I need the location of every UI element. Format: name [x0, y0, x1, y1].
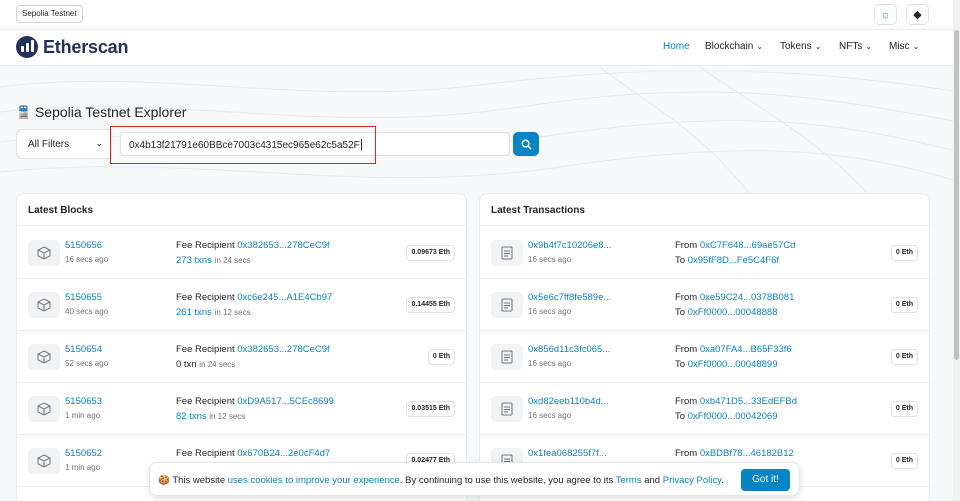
- txn-value-badge: 0 Eth: [890, 245, 918, 261]
- nav-misc[interactable]: Misc ⌄: [889, 41, 919, 52]
- search-button[interactable]: [513, 132, 539, 156]
- txn-hash-link[interactable]: 0x5e6c7ff8fe589e...: [528, 292, 611, 303]
- fee-recipient-link[interactable]: 0x670B24...2e0cF4d7: [237, 448, 330, 459]
- cube-icon: [28, 240, 60, 266]
- txn-value-badge: 0 Eth: [890, 349, 918, 365]
- nav-nfts[interactable]: NFTs ⌄: [839, 41, 872, 52]
- chevron-down-icon: ⌄: [814, 42, 822, 51]
- chevron-down-icon: ⌄: [865, 42, 873, 51]
- fee-recipient-link[interactable]: 0xc6e245...A1E4Cb97: [237, 292, 332, 303]
- chevron-down-icon: ⌄: [95, 138, 103, 148]
- brand-name: Etherscan: [43, 36, 129, 57]
- block-number[interactable]: 5150653: [65, 396, 102, 407]
- to-address-link[interactable]: 0xFf0000...00048888: [688, 307, 778, 318]
- network-badge[interactable]: Sepolia Testnet: [16, 5, 83, 23]
- cookie-icon: 🍪: [158, 475, 170, 486]
- etherscan-logo[interactable]: Etherscan: [16, 36, 128, 58]
- chevron-down-icon: ⌄: [912, 42, 920, 51]
- nav-home[interactable]: Home: [663, 41, 690, 52]
- latest-transactions-card: Latest Transactions 0x9b4f7c10206e8... 16…: [479, 193, 930, 501]
- page-scrollbar[interactable]: [953, 0, 960, 501]
- scrollbar-thumb[interactable]: [954, 30, 959, 360]
- page-title: 🚆 Sepolia Testnet Explorer: [16, 104, 187, 120]
- document-icon: [491, 344, 523, 370]
- list-item: 5150653 1 min ago Fee Recipient 0xD9A517.…: [17, 383, 466, 435]
- list-item: 0xd82eeb110b4d... 16 secs ago From 0xb471…: [480, 383, 929, 435]
- txn-hash-link[interactable]: 0xd82eeb110b4d...: [528, 396, 609, 407]
- cookie-banner: 🍪 This website uses cookies to improve y…: [149, 462, 800, 496]
- list-item: 5150654 52 secs ago Fee Recipient 0x38265…: [17, 331, 466, 383]
- cube-icon: [28, 292, 60, 318]
- block-number[interactable]: 5150654: [65, 344, 108, 355]
- txns-link[interactable]: 82 txns: [176, 411, 207, 422]
- document-icon: [491, 292, 523, 318]
- txn-value-badge: 0 Eth: [890, 453, 918, 469]
- txn-value-badge: 0 Eth: [890, 297, 918, 313]
- txns-link[interactable]: 273 txns: [176, 255, 212, 266]
- highlight-box: [110, 126, 376, 164]
- chevron-down-icon: ⌄: [756, 42, 764, 51]
- fee-recipient-link[interactable]: 0x382653...278CeC9f: [237, 240, 329, 251]
- nav-blockchain[interactable]: Blockchain ⌄: [705, 41, 763, 52]
- to-address-link[interactable]: 0xFf0000...00048899: [688, 359, 778, 370]
- from-address-link[interactable]: 0xb471D5...33EdEFBd: [700, 396, 797, 407]
- accept-cookies-button[interactable]: Got it!: [741, 469, 790, 491]
- cube-icon: [28, 344, 60, 370]
- txns-link[interactable]: 261 txns: [176, 307, 212, 318]
- ethereum-icon: ◆: [913, 9, 922, 21]
- terms-link[interactable]: Terms: [616, 475, 642, 486]
- filter-select[interactable]: All Filters ⌄: [16, 129, 112, 159]
- from-address-link[interactable]: 0xa07FA4...B65F33f6: [700, 344, 792, 355]
- document-icon: [491, 240, 523, 266]
- txns-count: 0 txn: [176, 359, 197, 370]
- to-address-link[interactable]: 0x95fF8D...Fe5C4F6f: [688, 255, 779, 266]
- block-reward-badge: 0.03515 Eth: [406, 401, 455, 417]
- cube-icon: [28, 396, 60, 422]
- nav-tokens[interactable]: Tokens ⌄: [780, 41, 821, 52]
- block-number[interactable]: 5150655: [65, 292, 108, 303]
- block-reward-badge: 0.09673 Eth: [406, 245, 455, 261]
- train-icon: 🚆: [16, 105, 31, 119]
- list-item: 5150656 16 secs ago Fee Recipient 0x38265…: [17, 227, 466, 279]
- latest-transactions-title: Latest Transactions: [480, 194, 929, 226]
- list-item: 0x9b4f7c10206e8... 16 secs ago From 0xC7F…: [480, 227, 929, 279]
- list-item: 0x5e6c7ff8fe589e... 16 secs ago From 0xe5…: [480, 279, 929, 331]
- latest-blocks-card: Latest Blocks 5150656 16 secs ago Fee Rec…: [16, 193, 467, 501]
- from-address-link[interactable]: 0xC7F648...69ae57Cd: [700, 240, 796, 251]
- txn-hash-link[interactable]: 0x1fea068255f7f...: [528, 448, 607, 459]
- list-item: 5150655 40 secs ago Fee Recipient 0xc6e24…: [17, 279, 466, 331]
- cookie-policy-link[interactable]: uses cookies to improve your experience: [228, 475, 400, 486]
- fee-recipient-link[interactable]: 0xD9A517...5CEc8699: [237, 396, 334, 407]
- block-number[interactable]: 5150656: [65, 240, 108, 251]
- etherscan-logo-icon: [16, 36, 38, 58]
- privacy-policy-link[interactable]: Privacy Policy: [663, 475, 721, 486]
- txn-hash-link[interactable]: 0x9b4f7c10206e8...: [528, 240, 611, 251]
- cookie-message: 🍪 This website uses cookies to improve y…: [158, 475, 724, 486]
- theme-toggle-button[interactable]: ☼: [874, 4, 897, 25]
- cube-icon: [28, 448, 60, 474]
- document-icon: [491, 396, 523, 422]
- block-number[interactable]: 5150652: [65, 448, 102, 459]
- list-item: 0x856d11c3fc065... 16 secs ago From 0xa07…: [480, 331, 929, 383]
- network-switch-button[interactable]: ◆: [906, 4, 929, 25]
- main-navbar: Etherscan Home Blockchain ⌄ Tokens ⌄ NFTs ⌄…: [0, 30, 960, 66]
- top-bar: Sepolia Testnet ☼ ◆: [0, 0, 960, 30]
- block-reward-badge: 0 Eth: [427, 349, 455, 365]
- search-icon: [521, 139, 532, 150]
- from-address-link[interactable]: 0xe59C24...0378B081: [700, 292, 795, 303]
- latest-blocks-title: Latest Blocks: [17, 194, 466, 226]
- block-reward-badge: 0.14455 Eth: [406, 297, 455, 313]
- txn-value-badge: 0 Eth: [890, 401, 918, 417]
- from-address-link[interactable]: 0xBDBf78...46182B12: [700, 448, 794, 459]
- fee-recipient-link[interactable]: 0x382653...278CeC9f: [237, 344, 329, 355]
- to-address-link[interactable]: 0xFf0000...00042069: [688, 411, 778, 422]
- txn-hash-link[interactable]: 0x856d11c3fc065...: [528, 344, 610, 355]
- sun-icon: ☼: [880, 8, 891, 21]
